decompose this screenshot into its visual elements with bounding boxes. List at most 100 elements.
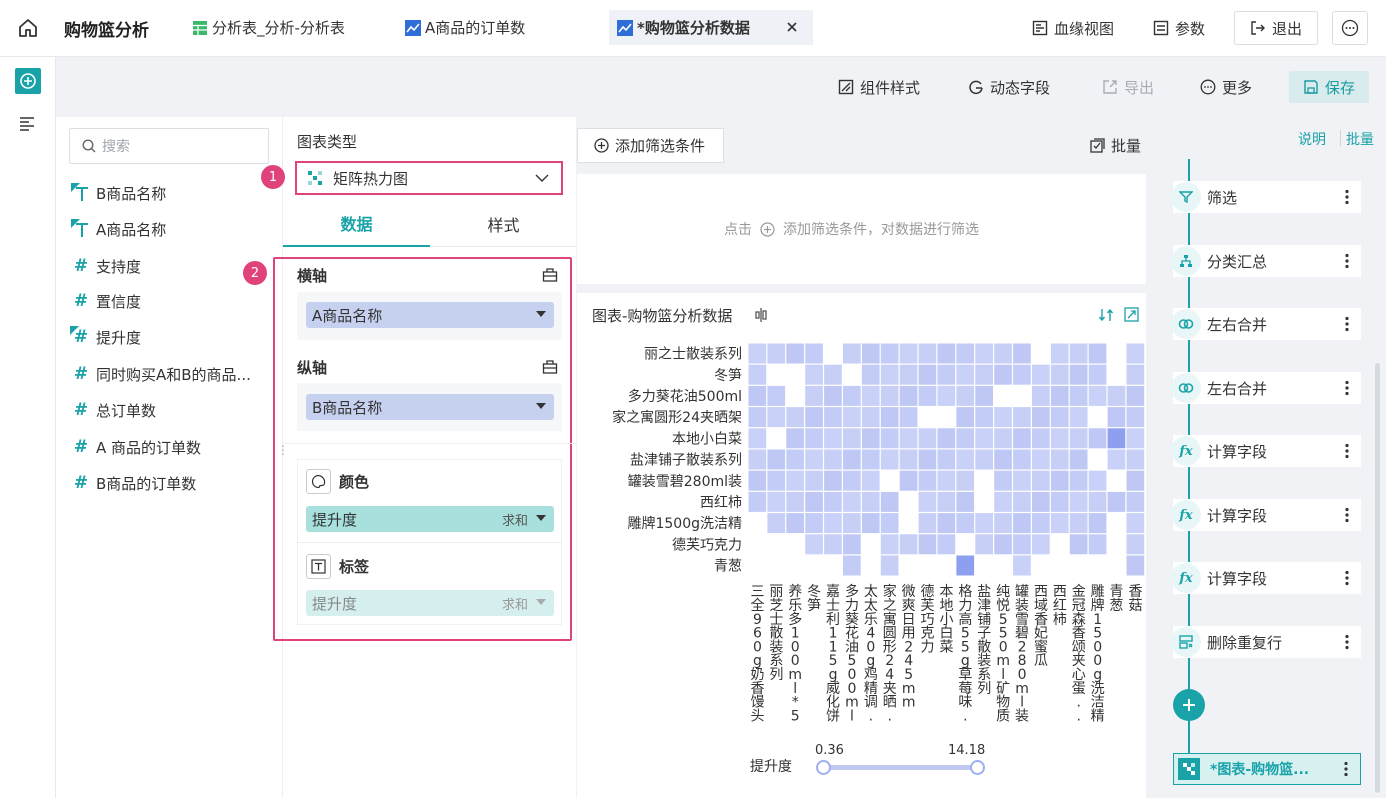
caret-down-icon[interactable]	[536, 311, 546, 317]
heatmap-cell[interactable]	[899, 534, 918, 555]
heatmap-cell[interactable]	[786, 449, 804, 470]
field-item[interactable]: # A 商品的订单数	[70, 435, 201, 459]
field-item[interactable]: # B商品的订单数	[70, 471, 196, 495]
x-axis-settings-icon[interactable]	[542, 267, 558, 283]
heatmap-cell[interactable]	[824, 470, 842, 491]
heatmap-cell[interactable]	[843, 491, 861, 512]
heatmap-cell[interactable]	[1050, 385, 1069, 406]
heatmap-cell[interactable]	[994, 343, 1012, 364]
home-icon[interactable]	[17, 17, 39, 39]
heatmap-cell[interactable]	[1107, 491, 1126, 512]
field-search-input[interactable]: 搜索	[69, 128, 269, 164]
heatmap-cell[interactable]	[1126, 513, 1145, 534]
heatmap-cell[interactable]	[1050, 407, 1069, 428]
heatmap-cell[interactable]	[937, 534, 956, 555]
heatmap-cell[interactable]	[937, 428, 956, 449]
heatmap-cell[interactable]	[975, 364, 993, 385]
heatmap-cell[interactable]	[805, 407, 823, 428]
text-icon[interactable]	[306, 554, 331, 579]
add-filter-button[interactable]: 添加筛选条件	[577, 128, 724, 163]
resize-handle[interactable]: ⋮	[277, 444, 289, 456]
kebab-icon[interactable]	[1345, 443, 1349, 459]
heatmap-cell[interactable]	[861, 491, 880, 512]
heatmap-cell[interactable]	[824, 364, 842, 385]
field-item[interactable]: # 提升度	[70, 325, 141, 349]
field-item[interactable]: B商品名称	[70, 181, 166, 205]
kebab-icon[interactable]	[1345, 253, 1349, 269]
y-axis-settings-icon[interactable]	[542, 359, 558, 375]
heatmap-cell[interactable]	[1050, 470, 1069, 491]
heatmap-cell[interactable]	[1088, 513, 1107, 534]
heatmap-cell[interactable]	[899, 343, 918, 364]
heatmap-cell[interactable]	[805, 449, 823, 470]
heatmap-cell[interactable]	[994, 513, 1012, 534]
heatmap-cell[interactable]	[767, 385, 786, 406]
heatmap-cell[interactable]	[1069, 364, 1088, 385]
heatmap-cell[interactable]	[880, 555, 899, 576]
heatmap-cell[interactable]	[1013, 513, 1031, 534]
heatmap-cell[interactable]	[805, 385, 823, 406]
heatmap-cell[interactable]	[899, 470, 918, 491]
color-field-chip[interactable]: 提升度 求和	[306, 506, 554, 532]
heatmap-cell[interactable]	[1069, 449, 1088, 470]
heatmap-cell[interactable]	[1069, 385, 1088, 406]
caret-down-icon[interactable]	[536, 403, 546, 409]
legend-max-handle[interactable]	[970, 760, 985, 775]
heatmap-cell[interactable]	[1126, 385, 1145, 406]
heatmap-cell[interactable]	[805, 534, 823, 555]
heatmap-cell[interactable]	[994, 428, 1012, 449]
kebab-icon[interactable]	[1345, 507, 1349, 523]
kebab-icon[interactable]	[1345, 316, 1349, 332]
heatmap-cell[interactable]	[1013, 555, 1031, 576]
heatmap-cell[interactable]	[1013, 470, 1031, 491]
heatmap-cell[interactable]	[1107, 385, 1126, 406]
heatmap-cell[interactable]	[994, 470, 1012, 491]
exit-button[interactable]: 退出	[1234, 11, 1318, 45]
heatmap-cell[interactable]	[1107, 449, 1126, 470]
heatmap-cell[interactable]	[880, 449, 899, 470]
heatmap-cell[interactable]	[843, 343, 861, 364]
heatmap-cell[interactable]	[1032, 534, 1050, 555]
tag-field-chip[interactable]: 提升度 求和	[306, 590, 554, 616]
heatmap-cell[interactable]	[880, 534, 899, 555]
pipeline-step[interactable]: fx 计算字段	[1171, 499, 1361, 531]
pipeline-step[interactable]: fx 计算字段	[1171, 435, 1361, 467]
scrollbar[interactable]	[1375, 363, 1380, 793]
heatmap-cell[interactable]	[880, 385, 899, 406]
kebab-icon[interactable]	[1345, 634, 1349, 650]
heatmap-cell[interactable]	[843, 385, 861, 406]
heatmap-cell[interactable]	[748, 407, 767, 428]
heatmap-cell[interactable]	[767, 513, 786, 534]
y-axis-field-chip[interactable]: B商品名称	[306, 394, 554, 420]
heatmap-cell[interactable]	[956, 364, 975, 385]
pipeline-step[interactable]: 左右合并	[1171, 308, 1361, 340]
heatmap-cell[interactable]	[918, 364, 937, 385]
heatmap-cell[interactable]	[975, 428, 993, 449]
heatmap-cell[interactable]	[1126, 555, 1145, 576]
filter-area[interactable]: 点击 添加筛选条件，对数据进行筛选	[577, 174, 1146, 284]
heatmap-cell[interactable]	[767, 449, 786, 470]
heatmap-cell[interactable]	[937, 343, 956, 364]
heatmap-cell[interactable]	[1088, 428, 1107, 449]
heatmap-cell[interactable]	[1107, 407, 1126, 428]
heatmap-cell[interactable]	[1069, 491, 1088, 512]
heatmap-cell[interactable]	[1013, 407, 1031, 428]
heatmap-cell[interactable]	[861, 364, 880, 385]
heatmap-cell[interactable]	[824, 513, 842, 534]
explain-link[interactable]: 说明	[1298, 129, 1326, 149]
heatmap-cell[interactable]	[918, 470, 937, 491]
heatmap-cell[interactable]	[975, 385, 993, 406]
heatmap-cell[interactable]	[843, 449, 861, 470]
pipeline-step[interactable]: 筛选	[1171, 181, 1361, 213]
heatmap-cell[interactable]	[918, 513, 937, 534]
heatmap-cell[interactable]	[956, 407, 975, 428]
heatmap-cell[interactable]	[786, 428, 804, 449]
heatmap-cell[interactable]	[994, 491, 1012, 512]
heatmap-cell[interactable]	[918, 449, 937, 470]
heatmap-cell[interactable]	[843, 407, 861, 428]
active-chart-step[interactable]: *图表-购物篮...	[1173, 753, 1361, 785]
heatmap-cell[interactable]	[1107, 428, 1126, 449]
chart-type-select[interactable]: 矩阵热力图	[295, 161, 563, 195]
chart-settings-icon[interactable]	[753, 307, 769, 323]
heatmap-cell[interactable]	[805, 364, 823, 385]
